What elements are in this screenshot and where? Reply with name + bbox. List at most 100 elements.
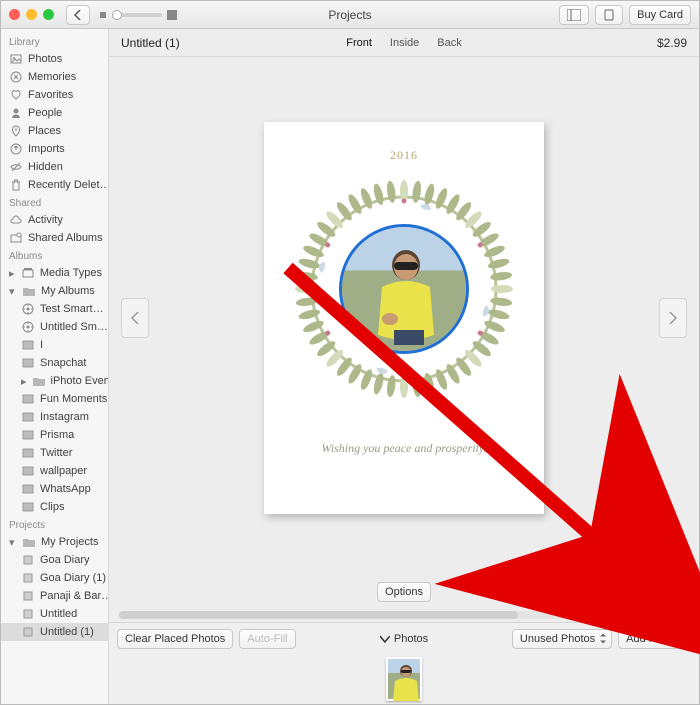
sidebar-item-photos[interactable]: Photos xyxy=(1,50,108,68)
tab-back[interactable]: Back xyxy=(437,37,461,49)
album-icon xyxy=(21,356,35,370)
album-icon xyxy=(21,482,35,496)
sidebar-section-projects: Projects xyxy=(1,516,108,533)
orientation-button[interactable] xyxy=(595,5,623,25)
sidebar-item-imports[interactable]: Imports xyxy=(1,140,108,158)
thumbnail-size-slider[interactable] xyxy=(112,13,162,17)
sidebar-section-albums: Albums xyxy=(1,247,108,264)
sidebar-item-untitled-sm-[interactable]: Untitled Sm… xyxy=(1,318,108,336)
sidebar-item-my-projects[interactable]: ▾ My Projects xyxy=(1,533,108,551)
sidebar-item-label: Test Smart… xyxy=(40,303,104,315)
photo-tray-toggle[interactable]: Photos xyxy=(380,633,428,645)
sidebar-item-iphoto-events[interactable]: ▸iPhoto Events xyxy=(1,372,108,390)
sidebar-item-memories[interactable]: Memories xyxy=(1,68,108,86)
photo-tray xyxy=(109,654,699,704)
sidebar-item-favorites[interactable]: Favorites xyxy=(1,86,108,104)
prev-page-button[interactable] xyxy=(121,298,149,338)
minimize-window-button[interactable] xyxy=(26,9,37,20)
book-icon xyxy=(21,553,35,567)
sidebar-item-instagram[interactable]: Instagram xyxy=(1,408,108,426)
back-button[interactable] xyxy=(66,5,90,25)
favorites-icon xyxy=(9,88,23,102)
sidebar: Library Photos MemoriesFavoritesPeoplePla… xyxy=(1,29,109,704)
card-options-button[interactable]: Options xyxy=(377,582,431,602)
album-icon xyxy=(21,428,35,442)
card-canvas: 2016 xyxy=(109,57,699,578)
sidebar-section-shared: Shared xyxy=(1,194,108,211)
close-window-button[interactable] xyxy=(9,9,20,20)
content-area: Untitled (1) Front Inside Back $2.99 201… xyxy=(109,29,699,704)
project-name: Untitled (1) xyxy=(121,36,180,50)
hidden-icon xyxy=(9,160,23,174)
sidebar-item-hidden[interactable]: Hidden xyxy=(1,158,108,176)
card-preview[interactable]: 2016 xyxy=(264,122,544,514)
price-label: $2.99 xyxy=(657,36,687,50)
sidebar-item-prisma[interactable]: Prisma xyxy=(1,426,108,444)
view-toggle-button[interactable] xyxy=(559,5,589,25)
people-icon xyxy=(9,106,23,120)
fullscreen-window-button[interactable] xyxy=(43,9,54,20)
auto-fill-button[interactable]: Auto-Fill xyxy=(239,629,295,649)
sidebar-item-goa-diary-1-[interactable]: Goa Diary (1) xyxy=(1,569,108,587)
sidebar-item-label: Twitter xyxy=(40,447,72,459)
sidebar-item-label: Instagram xyxy=(40,411,89,423)
person-graphic xyxy=(388,659,422,701)
tab-inside[interactable]: Inside xyxy=(390,37,419,49)
sidebar-item-clips[interactable]: Clips xyxy=(1,498,108,516)
sidebar-item-label: Goa Diary xyxy=(40,554,90,566)
sidebar-item-test-smart-[interactable]: Test Smart… xyxy=(1,300,108,318)
sidebar-item-untitled-1-[interactable]: Untitled (1) xyxy=(1,623,108,641)
sidebar-item-label: Snapchat xyxy=(40,357,86,369)
sidebar-item-label: Untitled xyxy=(40,608,77,620)
photo-tray-toolbar: Clear Placed Photos Auto-Fill Photos Unu… xyxy=(109,622,699,654)
sidebar-item-activity[interactable]: Activity xyxy=(1,211,108,229)
sidebar-item-fun-moments[interactable]: Fun Moments xyxy=(1,390,108,408)
sidebar-item-wallpaper[interactable]: wallpaper xyxy=(1,462,108,480)
photo-filter-value: Unused Photos xyxy=(520,633,595,645)
photo-placeholder xyxy=(342,227,466,351)
sidebar-item-people[interactable]: People xyxy=(1,104,108,122)
sidebar-item-label: Photos xyxy=(28,53,62,65)
sidebar-item-panaji-bar-[interactable]: Panaji & Bar… xyxy=(1,587,108,605)
sidebar-item-twitter[interactable]: Twitter xyxy=(1,444,108,462)
sidebar-item-shared-albums[interactable]: Shared Albums xyxy=(1,229,108,247)
sidebar-item-snapchat[interactable]: Snapchat xyxy=(1,354,108,372)
shared-icon xyxy=(9,231,23,245)
add-photos-button[interactable]: Add Photos xyxy=(618,629,691,649)
next-page-button[interactable] xyxy=(659,298,687,338)
sidebar-item-label: My Albums xyxy=(41,285,95,297)
sidebar-item-label: WhatsApp xyxy=(40,483,91,495)
clear-placed-photos-button[interactable]: Clear Placed Photos xyxy=(117,629,233,649)
sidebar-item-recently-delet-[interactable]: Recently Delet… xyxy=(1,176,108,194)
thumb-small-icon xyxy=(98,10,108,20)
sidebar-item-label: Fun Moments xyxy=(40,393,107,405)
smart-icon xyxy=(21,302,35,316)
sidebar-item-places[interactable]: Places xyxy=(1,122,108,140)
card-view-tabs: Front Inside Back xyxy=(346,37,462,49)
sidebar-item-untitled[interactable]: Untitled xyxy=(1,605,108,623)
sidebar-item-label: Goa Diary (1) xyxy=(40,572,106,584)
horizontal-scrollbar[interactable] xyxy=(109,608,699,622)
window-title: Projects xyxy=(328,8,371,22)
book-icon xyxy=(21,571,35,585)
sidebar-item-goa-diary[interactable]: Goa Diary xyxy=(1,551,108,569)
sidebar-item-whatsapp[interactable]: WhatsApp xyxy=(1,480,108,498)
disclosure-down-icon: ▾ xyxy=(9,536,17,549)
tab-front[interactable]: Front xyxy=(346,37,372,49)
memories-icon xyxy=(9,70,23,84)
sidebar-item-label: My Projects xyxy=(41,536,98,548)
card-photo-slot[interactable] xyxy=(339,224,469,354)
folder-icon xyxy=(22,535,36,549)
tray-photo-thumbnail[interactable] xyxy=(386,657,422,701)
places-icon xyxy=(9,124,23,138)
window-controls xyxy=(9,9,54,20)
photo-tray-label: Photos xyxy=(394,633,428,645)
sidebar-section-library: Library xyxy=(1,33,108,50)
photo-filter-select[interactable]: Unused Photos xyxy=(512,629,612,649)
buy-card-button[interactable]: Buy Card xyxy=(629,5,691,25)
card-year-text: 2016 xyxy=(390,148,418,163)
sidebar-item-my-albums[interactable]: ▾ My Albums xyxy=(1,282,108,300)
book-icon xyxy=(21,625,35,639)
sidebar-item-media-types[interactable]: ▸ Media Types xyxy=(1,264,108,282)
sidebar-item-i[interactable]: I xyxy=(1,336,108,354)
